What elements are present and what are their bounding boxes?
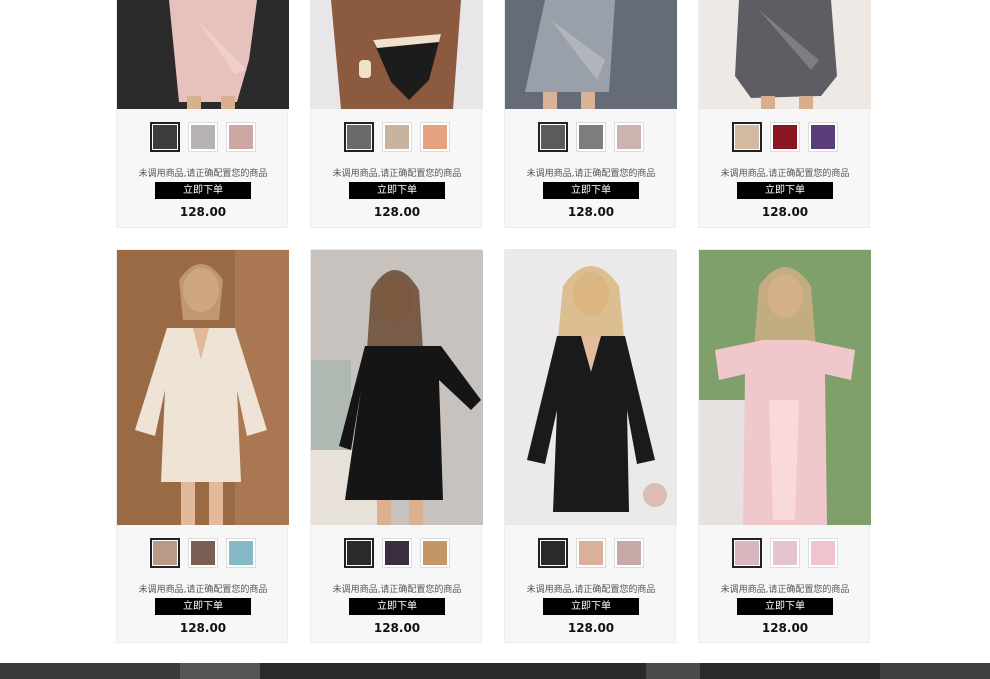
color-swatch[interactable]	[344, 538, 374, 568]
product-price: 128.00	[761, 205, 809, 219]
product-photo[interactable]	[117, 250, 289, 525]
color-swatch[interactable]	[226, 538, 256, 568]
product-card[interactable]: 未调用商品,请正确配置您的商品 立即下单 128.00	[310, 249, 483, 643]
footer-banner	[0, 663, 990, 679]
order-now-button[interactable]: 立即下单	[543, 598, 639, 615]
color-swatches	[311, 122, 483, 152]
product-photo[interactable]	[699, 250, 871, 525]
product-card[interactable]: 未调用商品,请正确配置您的商品 立即下单 128.00	[698, 249, 871, 643]
color-swatch[interactable]	[538, 122, 568, 152]
dress-photo-image	[699, 250, 871, 525]
color-swatch[interactable]	[420, 122, 450, 152]
color-swatches	[505, 122, 677, 152]
product-price: 128.00	[567, 205, 615, 219]
product-card[interactable]: 未调用商品,请正确配置您的商品 立即下单 128.00	[116, 0, 289, 228]
color-swatches	[117, 538, 289, 568]
product-message: 未调用商品,请正确配置您的商品	[720, 585, 850, 595]
color-swatch[interactable]	[576, 122, 606, 152]
product-photo[interactable]	[311, 250, 483, 525]
product-price: 128.00	[761, 621, 809, 635]
color-swatch[interactable]	[770, 538, 800, 568]
dress-photo-image	[117, 0, 289, 109]
order-now-button[interactable]: 立即下单	[737, 598, 833, 615]
product-price: 128.00	[179, 621, 227, 635]
color-swatches	[699, 538, 871, 568]
order-now-button[interactable]: 立即下单	[737, 182, 833, 199]
color-swatch[interactable]	[576, 538, 606, 568]
product-message: 未调用商品,请正确配置您的商品	[720, 169, 850, 179]
product-message: 未调用商品,请正确配置您的商品	[138, 585, 268, 595]
color-swatch[interactable]	[150, 122, 180, 152]
product-photo[interactable]	[505, 250, 677, 525]
product-photo[interactable]	[699, 0, 871, 109]
color-swatch[interactable]	[382, 538, 412, 568]
color-swatch[interactable]	[808, 122, 838, 152]
product-photo[interactable]	[505, 0, 677, 109]
product-price: 128.00	[373, 205, 421, 219]
product-photo[interactable]	[311, 0, 483, 109]
color-swatches	[699, 122, 871, 152]
product-message: 未调用商品,请正确配置您的商品	[138, 169, 268, 179]
dress-photo-image	[311, 0, 483, 109]
product-photo[interactable]	[117, 0, 289, 109]
product-price: 128.00	[373, 621, 421, 635]
color-swatches	[505, 538, 677, 568]
product-card[interactable]: 未调用商品,请正确配置您的商品 立即下单 128.00	[504, 0, 677, 228]
product-message: 未调用商品,请正确配置您的商品	[332, 169, 462, 179]
order-now-button[interactable]: 立即下单	[543, 182, 639, 199]
dress-photo-image	[505, 250, 677, 525]
dress-photo-image	[311, 250, 483, 525]
product-price: 128.00	[567, 621, 615, 635]
color-swatch[interactable]	[732, 122, 762, 152]
dress-photo-image	[699, 0, 871, 109]
product-card[interactable]: 未调用商品,请正确配置您的商品 立即下单 128.00	[698, 0, 871, 228]
color-swatch[interactable]	[770, 122, 800, 152]
color-swatch[interactable]	[614, 122, 644, 152]
color-swatch[interactable]	[420, 538, 450, 568]
dress-photo-image	[505, 0, 677, 109]
color-swatch[interactable]	[538, 538, 568, 568]
product-message: 未调用商品,请正确配置您的商品	[526, 169, 656, 179]
color-swatches	[311, 538, 483, 568]
order-now-button[interactable]: 立即下单	[349, 598, 445, 615]
order-now-button[interactable]: 立即下单	[155, 598, 251, 615]
color-swatch[interactable]	[732, 538, 762, 568]
color-swatch[interactable]	[808, 538, 838, 568]
color-swatch[interactable]	[150, 538, 180, 568]
product-card[interactable]: 未调用商品,请正确配置您的商品 立即下单 128.00	[310, 0, 483, 228]
order-now-button[interactable]: 立即下单	[349, 182, 445, 199]
color-swatches	[117, 122, 289, 152]
dress-photo-image	[117, 250, 289, 525]
color-swatch[interactable]	[188, 538, 218, 568]
color-swatch[interactable]	[188, 122, 218, 152]
color-swatch[interactable]	[344, 122, 374, 152]
product-message: 未调用商品,请正确配置您的商品	[526, 585, 656, 595]
color-swatch[interactable]	[382, 122, 412, 152]
product-card[interactable]: 未调用商品,请正确配置您的商品 立即下单 128.00	[504, 249, 677, 643]
product-message: 未调用商品,请正确配置您的商品	[332, 585, 462, 595]
color-swatch[interactable]	[226, 122, 256, 152]
product-card[interactable]: 未调用商品,请正确配置您的商品 立即下单 128.00	[116, 249, 289, 643]
color-swatch[interactable]	[614, 538, 644, 568]
product-price: 128.00	[179, 205, 227, 219]
order-now-button[interactable]: 立即下单	[155, 182, 251, 199]
